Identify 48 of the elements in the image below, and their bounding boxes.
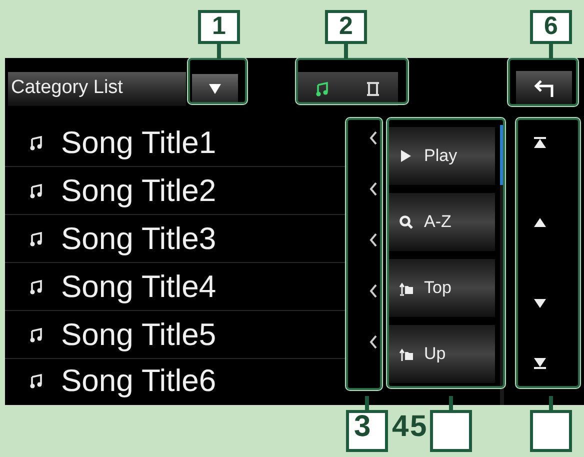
skip-to-bottom-icon (533, 356, 547, 370)
back-arrow-icon (532, 78, 556, 98)
search-button[interactable]: A-Z (389, 193, 495, 251)
dropdown-icon (208, 82, 222, 94)
chevron-left-icon (369, 233, 377, 247)
song-title: Song Title4 (61, 271, 216, 302)
music-note-icon (29, 326, 43, 342)
callout-number: 5 (410, 412, 427, 442)
music-note-icon (315, 80, 331, 96)
callout-number: 4 (392, 412, 409, 442)
song-title: Song Title1 (61, 127, 216, 158)
folder-icon (399, 346, 414, 362)
callout-number: 3 (354, 412, 371, 442)
search-icon (399, 214, 414, 230)
callout-box (346, 410, 388, 452)
arrow-down-icon (533, 296, 547, 310)
chevron-left-icon (369, 131, 377, 145)
chevron-left-icon (369, 182, 377, 196)
callout-number: 2 (325, 10, 367, 44)
play-button[interactable]: Play (389, 127, 495, 185)
callout-frame (508, 58, 578, 106)
top-button[interactable]: Top (389, 259, 495, 317)
callout-number: 6 (530, 10, 572, 44)
up-button[interactable]: Up (389, 325, 495, 383)
chevron-left-icon (369, 284, 377, 298)
callout-number: 1 (198, 10, 240, 44)
music-note-icon (29, 372, 43, 388)
music-note-icon (29, 278, 43, 294)
chevron-left-icon (369, 335, 377, 349)
back-button[interactable] (516, 70, 572, 106)
callout-frame (188, 58, 247, 104)
scrollbar[interactable] (500, 125, 504, 405)
callout-box (430, 410, 472, 452)
callout-box (530, 410, 572, 452)
song-title: Song Title5 (61, 319, 216, 350)
song-title: Song Title3 (61, 223, 216, 254)
song-title: Song Title2 (61, 175, 216, 206)
music-note-icon (29, 230, 43, 246)
scrollbar-thumb[interactable] (500, 125, 504, 185)
skip-to-top-icon (533, 136, 547, 150)
song-title: Song Title6 (61, 365, 216, 396)
list-title: Category List (11, 76, 123, 100)
dropdown-button[interactable] (192, 74, 238, 104)
music-note-icon (29, 182, 43, 198)
folder-icon (399, 280, 414, 296)
arrow-up-icon (533, 216, 547, 230)
music-note-icon (29, 134, 43, 150)
frame-icon (365, 80, 381, 96)
